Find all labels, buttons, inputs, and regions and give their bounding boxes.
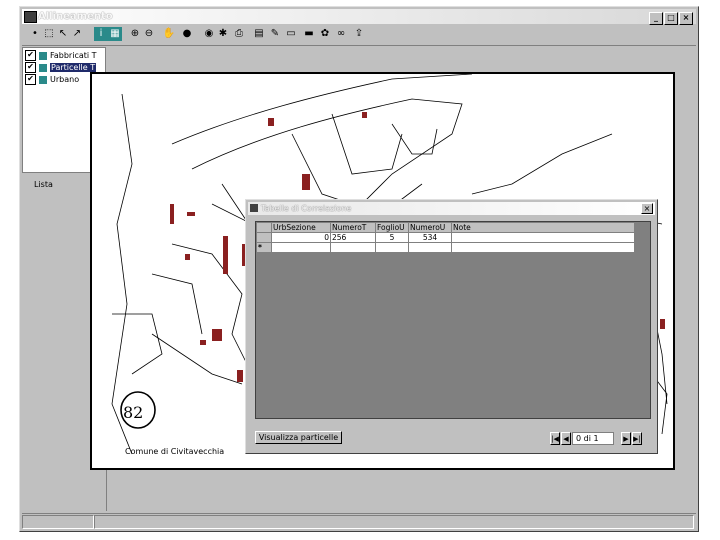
- status-cell: [94, 515, 694, 529]
- close-button[interactable]: ×: [679, 12, 693, 25]
- edit-icon[interactable]: ✎: [268, 27, 282, 41]
- table-cell[interactable]: 256: [330, 232, 376, 243]
- table-cell[interactable]: [408, 242, 452, 253]
- record-icon[interactable]: ●: [180, 27, 194, 41]
- map-annotation-number: 82: [123, 403, 143, 422]
- previous-record-button[interactable]: ◀: [561, 432, 571, 445]
- layer-swatch: [39, 63, 47, 72]
- column-header[interactable]: NumeroU: [408, 222, 452, 233]
- correlation-table: UrbSezione NumeroT FoglioU NumeroU Note …: [256, 222, 635, 253]
- layer-item-urbano[interactable]: ✔ Urbano: [25, 74, 79, 85]
- table-cell[interactable]: 0: [271, 232, 331, 243]
- identify-icon[interactable]: i: [94, 27, 108, 41]
- correlation-table-dialog: Tabelle di Correlazione × UrbSezione Num…: [245, 199, 658, 454]
- table-row-new[interactable]: *: [256, 242, 635, 253]
- layer-item-particelle[interactable]: ✔ Particelle T: [25, 62, 97, 73]
- dialog-icon: [250, 204, 258, 212]
- layer-label: Urbano: [50, 75, 80, 84]
- toolbar: • ⬚ ↖ ↗ i ▦ ⊕ ⊖ ✋ ● ◉ ✱ ⎙ ▤ ✎ ▭ ▬ ✿ ∞ ⇪: [22, 25, 696, 46]
- map-caption: Comune di Civitavecchia: [125, 447, 224, 456]
- table-cell[interactable]: [451, 242, 635, 253]
- view-parcels-button[interactable]: Visualizza particelle: [255, 431, 342, 444]
- layer-label: Fabbricati T: [50, 51, 97, 60]
- layer-checkbox[interactable]: ✔: [25, 50, 36, 61]
- status-bar: [22, 513, 696, 529]
- map-icon[interactable]: ▭: [284, 27, 298, 41]
- row-selector[interactable]: *: [256, 242, 272, 253]
- table-cell[interactable]: [375, 242, 409, 253]
- layer-item-fabbricati[interactable]: ✔ Fabbricati T: [25, 50, 97, 61]
- table-cell[interactable]: 5: [375, 232, 409, 243]
- pointer-icon[interactable]: •: [28, 27, 42, 41]
- next-record-button[interactable]: ▶: [621, 432, 631, 445]
- table-cell[interactable]: [330, 242, 376, 253]
- zoom-window-icon[interactable]: ⬚: [42, 27, 56, 41]
- column-header[interactable]: FoglioU: [375, 222, 409, 233]
- table-row[interactable]: 0 256 5 534: [256, 232, 635, 243]
- print-icon[interactable]: ⎙: [232, 27, 246, 41]
- list-label: Lista: [34, 180, 53, 189]
- title-bar[interactable]: Allineamento _ □ ×: [22, 9, 696, 25]
- layer-checkbox[interactable]: ✔: [25, 74, 36, 85]
- dialog-title: Tabelle di Correlazione: [261, 204, 352, 213]
- layer-checkbox[interactable]: ✔: [25, 62, 36, 73]
- export-icon[interactable]: ⇪: [352, 27, 366, 41]
- zoom-in-icon[interactable]: ⊕: [128, 27, 142, 41]
- table-cell[interactable]: 534: [408, 232, 452, 243]
- record-indicator[interactable]: 0 di 1: [572, 432, 614, 445]
- row-selector[interactable]: [256, 232, 272, 243]
- dialog-title-bar[interactable]: Tabelle di Correlazione ×: [248, 202, 655, 215]
- table-header-row: UrbSezione NumeroT FoglioU NumeroU Note: [256, 222, 635, 233]
- row-selector-header: [256, 222, 272, 233]
- globe-icon[interactable]: ◉: [202, 27, 216, 41]
- palette-icon[interactable]: ✿: [318, 27, 332, 41]
- pin-icon[interactable]: ✱: [216, 27, 230, 41]
- layer-swatch: [39, 51, 47, 60]
- app-icon[interactable]: [24, 11, 37, 23]
- select-arrow-icon[interactable]: ↖: [56, 27, 70, 41]
- dialog-close-button[interactable]: ×: [641, 203, 653, 214]
- first-record-button[interactable]: |◀: [550, 432, 560, 445]
- status-cell: [22, 515, 94, 529]
- layer-swatch: [39, 75, 47, 84]
- column-header[interactable]: NumeroT: [330, 222, 376, 233]
- minimize-button[interactable]: _: [649, 12, 663, 25]
- zoom-out-icon[interactable]: ⊖: [142, 27, 156, 41]
- layer-label: Particelle T: [50, 63, 97, 72]
- draw-icon[interactable]: ↗: [70, 27, 84, 41]
- layer-icon[interactable]: ▦: [108, 27, 122, 41]
- data-grid[interactable]: UrbSezione NumeroT FoglioU NumeroU Note …: [255, 221, 651, 419]
- pan-hand-icon[interactable]: ✋: [162, 27, 176, 41]
- table-cell[interactable]: [451, 232, 635, 243]
- table-cell[interactable]: [271, 242, 331, 253]
- column-header[interactable]: Note: [451, 222, 635, 233]
- table-icon[interactable]: ▤: [252, 27, 266, 41]
- maximize-button[interactable]: □: [664, 12, 678, 25]
- window-title: Allineamento: [38, 11, 113, 22]
- highlight-icon[interactable]: ▬: [302, 27, 316, 41]
- column-header[interactable]: UrbSezione: [271, 222, 331, 233]
- last-record-button[interactable]: ▶|: [632, 432, 642, 445]
- binoculars-icon[interactable]: ∞: [334, 27, 348, 41]
